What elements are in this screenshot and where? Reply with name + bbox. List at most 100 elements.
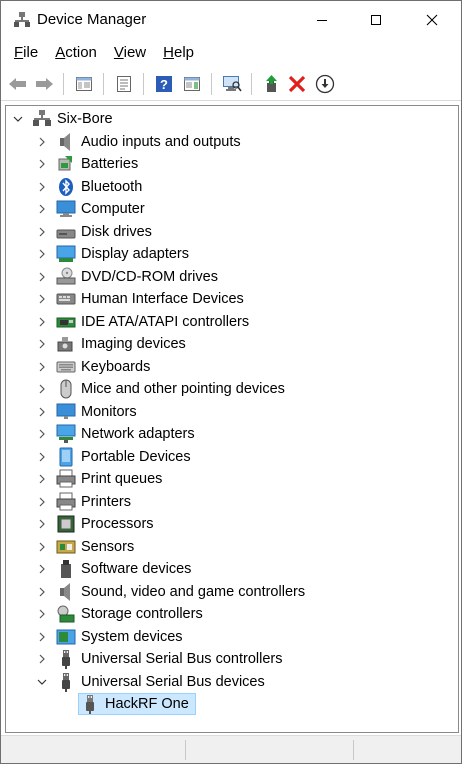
tree-category-item[interactable]: Network adapters (6, 423, 456, 445)
system-device-icon (56, 627, 76, 647)
processor-icon (56, 514, 76, 534)
disk-drive-icon (56, 222, 76, 242)
menu-help[interactable]: Help (154, 43, 202, 63)
print-queue-icon (56, 469, 76, 489)
menu-file[interactable]: File (5, 43, 46, 63)
tree-category-item[interactable]: Mice and other pointing devices (6, 378, 456, 400)
update-driver-button[interactable] (260, 73, 282, 95)
tree-item-label: Monitors (81, 403, 137, 420)
properties-button[interactable] (113, 73, 135, 95)
expand-chevron-icon[interactable] (36, 378, 48, 400)
uninstall-device-button[interactable] (286, 73, 308, 95)
collapse-chevron-icon[interactable] (36, 671, 48, 693)
expand-chevron-icon[interactable] (36, 513, 48, 535)
tree-category-item[interactable]: Bluetooth (6, 176, 456, 198)
expand-chevron-icon[interactable] (36, 648, 48, 670)
expand-chevron-icon[interactable] (36, 558, 48, 580)
tree-category-item[interactable]: Human Interface Devices (6, 288, 456, 310)
tree-item-label: Sensors (81, 538, 135, 555)
tree-category-item[interactable]: Print queues (6, 468, 456, 490)
forward-button[interactable] (33, 73, 55, 95)
tree-category-item[interactable]: IDE ATA/ATAPI controllers (6, 311, 456, 333)
expand-chevron-icon[interactable] (36, 288, 48, 310)
expand-chevron-icon[interactable] (36, 446, 48, 468)
tree-item-label: Software devices (81, 561, 192, 577)
show-hide-console-tree-button[interactable] (73, 73, 95, 95)
tree-item-label: Portable Devices (81, 448, 191, 465)
maximize-icon (371, 15, 381, 25)
expand-chevron-icon[interactable] (36, 356, 48, 378)
status-divider (185, 740, 186, 760)
expand-chevron-icon[interactable] (36, 266, 48, 288)
tree-category-item[interactable]: Storage controllers (6, 603, 456, 625)
device-tree[interactable]: Six-Bore Audio inputs and outputs Batterie… (5, 105, 459, 733)
tree-category-item[interactable]: Universal Serial Bus controllers (6, 648, 456, 670)
expand-chevron-icon[interactable] (36, 131, 48, 153)
title-bar[interactable]: Device Manager (1, 1, 461, 39)
expand-chevron-icon[interactable] (36, 491, 48, 513)
usb-icon (56, 672, 76, 692)
scan-hardware-button[interactable] (221, 73, 243, 95)
forward-icon (36, 78, 53, 90)
tree-category-item[interactable]: Printers (6, 491, 456, 513)
help-button[interactable]: ? (153, 73, 175, 95)
usb-icon (56, 649, 76, 669)
tree-category-item[interactable]: DVD/CD-ROM drives (6, 266, 456, 288)
expand-chevron-icon[interactable] (36, 243, 48, 265)
expand-chevron-icon[interactable] (36, 221, 48, 243)
mouse-icon (56, 379, 76, 399)
tree-item-label: Universal Serial Bus devices (81, 673, 265, 690)
menu-action[interactable]: Action (46, 43, 105, 63)
tree-category-item[interactable]: Keyboards (6, 356, 456, 378)
tree-category-item[interactable]: System devices (6, 626, 456, 648)
tree-item-label: Storage controllers (81, 606, 203, 622)
minimize-button[interactable] (299, 1, 345, 39)
expand-chevron-icon[interactable] (36, 401, 48, 423)
minimize-icon (317, 20, 327, 21)
expand-chevron-icon[interactable] (36, 333, 48, 355)
menu-view[interactable]: View (105, 43, 154, 63)
menu-bar: File Action View Help (1, 39, 461, 67)
update-driver-icon (266, 75, 277, 92)
expand-chevron-icon[interactable] (36, 176, 48, 198)
tree-category-item[interactable]: Disk drives (6, 221, 456, 243)
tree-category-item[interactable]: Batteries (6, 153, 456, 175)
toolbar-separator (143, 73, 144, 95)
back-button[interactable] (7, 73, 29, 95)
tree-category-item[interactable]: Software devices (6, 558, 456, 580)
hid-icon (56, 289, 76, 309)
tree-item-label: Mice and other pointing devices (81, 381, 285, 397)
tree-category-item[interactable]: Audio inputs and outputs (6, 131, 456, 153)
expand-chevron-icon[interactable] (36, 603, 48, 625)
storage-controller-icon (56, 604, 76, 624)
expand-chevron-icon[interactable] (36, 581, 48, 603)
tree-item-label: Processors (81, 516, 154, 532)
disable-device-button[interactable] (314, 73, 336, 95)
tree-category-item[interactable]: Portable Devices (6, 446, 456, 468)
close-button[interactable] (409, 1, 455, 39)
tree-category-item[interactable]: Display adapters (6, 243, 456, 265)
expand-chevron-icon[interactable] (36, 536, 48, 558)
expand-chevron-icon[interactable] (36, 423, 48, 445)
expand-chevron-icon[interactable] (36, 626, 48, 648)
maximize-button[interactable] (353, 1, 399, 39)
tree-category-item[interactable]: Imaging devices (6, 333, 456, 355)
tree-category-item[interactable]: Processors (6, 513, 456, 535)
tree-category-item[interactable]: Sound, video and game controllers (6, 581, 456, 603)
tree-category-item[interactable]: Monitors (6, 401, 456, 423)
expand-chevron-icon[interactable] (36, 311, 48, 333)
tree-item-label: Printers (81, 493, 131, 510)
collapse-chevron-icon[interactable] (12, 108, 24, 130)
tree-item-label: Network adapters (81, 426, 195, 442)
tree-category-item[interactable]: Sensors (6, 536, 456, 558)
action-pane-button[interactable] (181, 73, 203, 95)
expand-chevron-icon[interactable] (36, 198, 48, 220)
tree-root-computer[interactable]: Six-Bore (6, 108, 456, 130)
tree-item-label: Universal Serial Bus controllers (81, 651, 283, 667)
expand-chevron-icon[interactable] (36, 468, 48, 490)
expand-chevron-icon[interactable] (36, 153, 48, 175)
tree-item-label: Human Interface Devices (81, 291, 244, 307)
tree-category-item[interactable]: Computer (6, 198, 456, 220)
tree-category-item[interactable]: Universal Serial Bus devices (6, 671, 456, 693)
tree-device-hackrf-one[interactable]: HackRF One (6, 693, 456, 715)
